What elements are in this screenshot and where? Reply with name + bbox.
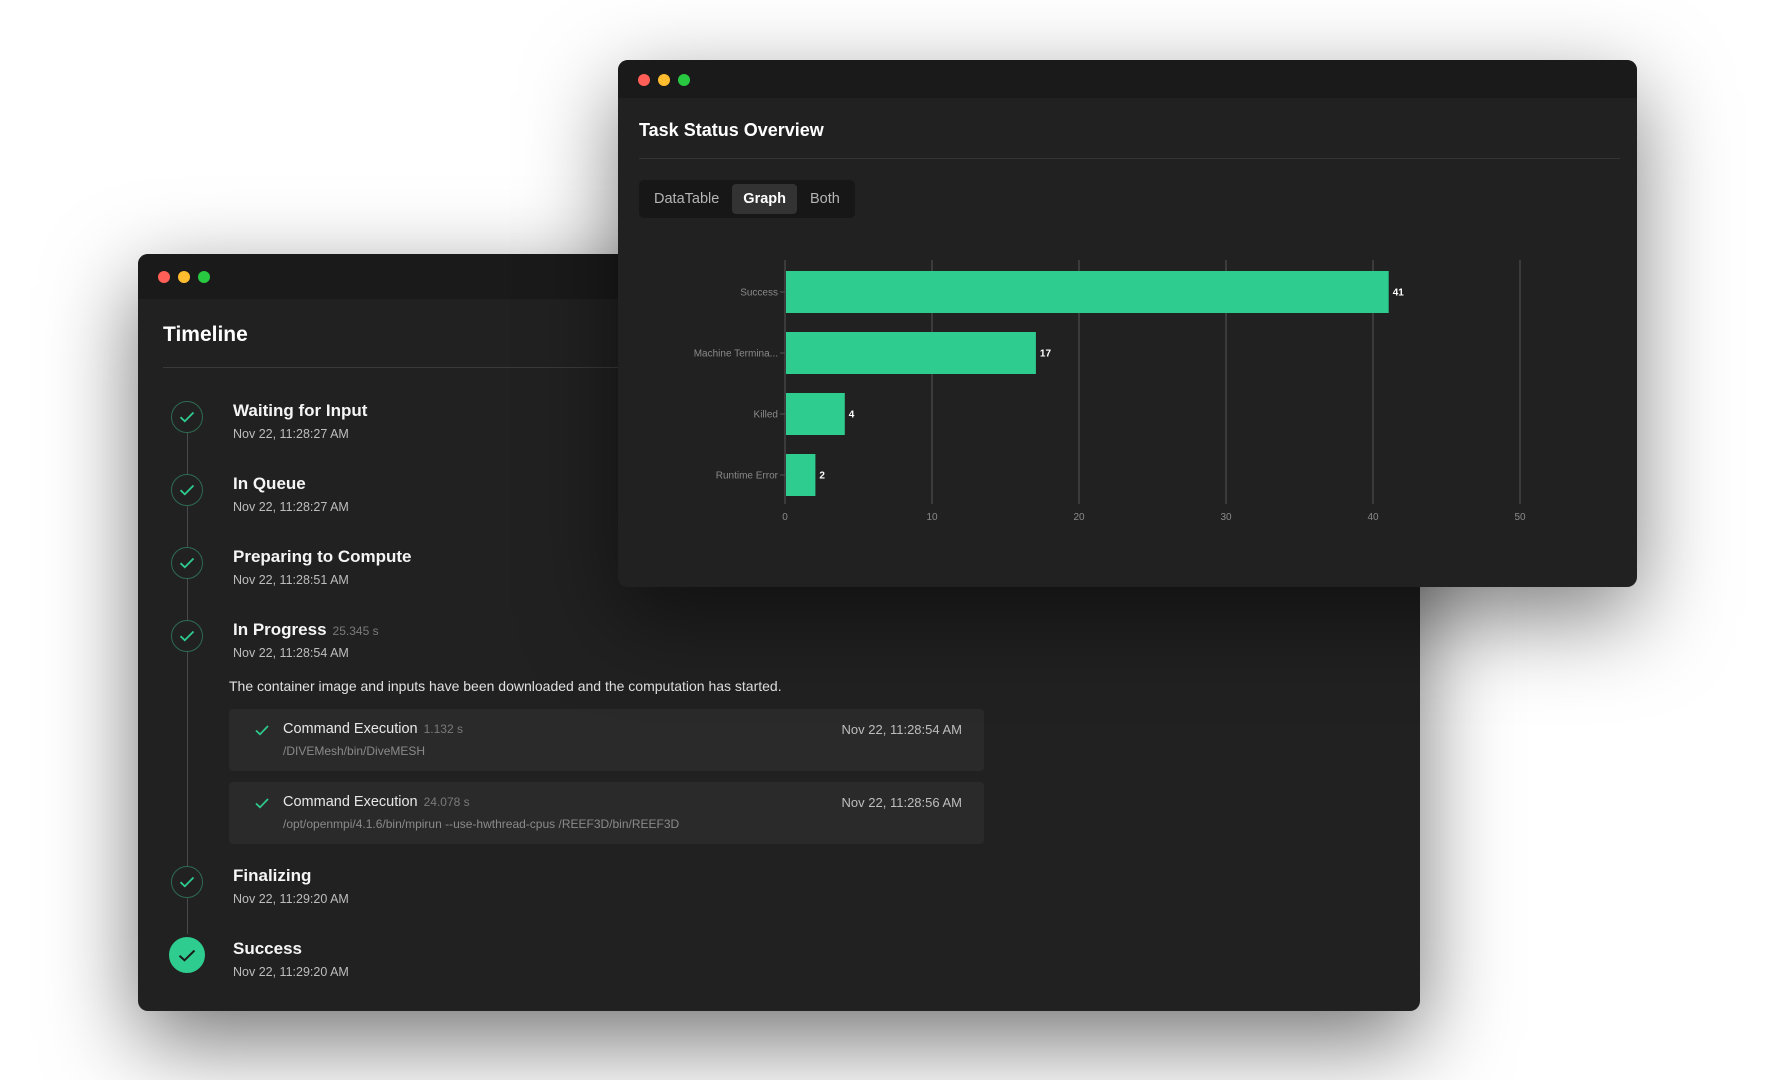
chart-x-tick-label: 50 <box>1514 512 1526 523</box>
task-status-titlebar <box>618 60 1637 98</box>
chart-x-tick-label: 20 <box>1073 512 1085 523</box>
command-path: /DIVEMesh/bin/DiveMESH <box>283 744 426 758</box>
step-duration: 25.345 s <box>332 624 379 638</box>
chart-category-label: Machine Termina... <box>694 349 778 360</box>
chart-category-label: Killed <box>754 410 778 421</box>
command-title: Command Execution 1.132 s <box>283 721 463 737</box>
check-circle-icon <box>171 620 203 652</box>
tab-both[interactable]: Both <box>799 184 851 214</box>
tab-graph[interactable]: Graph <box>732 184 797 214</box>
timeline-title: Timeline <box>163 323 248 346</box>
command-title: Command Execution 24.078 s <box>283 794 470 810</box>
chart-bar <box>786 454 816 496</box>
close-window-button[interactable] <box>158 271 170 283</box>
command-timestamp: Nov 22, 11:28:54 AM <box>841 722 962 737</box>
maximize-window-button[interactable] <box>678 74 690 86</box>
step-timestamp: Nov 22, 11:28:51 AM <box>233 573 349 587</box>
check-circle-icon <box>171 474 203 506</box>
step-timestamp: Nov 22, 11:28:54 AM <box>233 646 349 660</box>
task-status-title: Task Status Overview <box>639 120 824 140</box>
step-title: In Queue <box>233 474 306 493</box>
chart-x-tick-label: 10 <box>926 512 938 523</box>
step-title: Waiting for Input <box>233 401 368 420</box>
chart-category-label: Runtime Error <box>716 471 779 482</box>
step-timestamp: Nov 22, 11:28:27 AM <box>233 427 349 441</box>
check-icon <box>255 796 269 814</box>
in-progress-description: The container image and inputs have been… <box>229 678 782 694</box>
step-timestamp: Nov 22, 11:29:20 AM <box>233 892 349 906</box>
minimize-window-button[interactable] <box>658 74 670 86</box>
tab-datatable[interactable]: DataTable <box>643 184 730 214</box>
command-timestamp: Nov 22, 11:28:56 AM <box>841 795 962 810</box>
success-check-circle-icon <box>169 937 205 973</box>
chart-data-label: 2 <box>819 471 825 482</box>
view-toggle: DataTable Graph Both <box>639 180 855 218</box>
chart-bar <box>786 393 845 435</box>
step-title: Preparing to Compute <box>233 547 412 566</box>
check-icon <box>255 723 269 741</box>
step-title: Success <box>233 939 302 958</box>
step-timestamp: Nov 22, 11:29:20 AM <box>233 965 349 979</box>
close-window-button[interactable] <box>638 74 650 86</box>
chart-x-tick-label: 40 <box>1367 512 1379 523</box>
chart-category-label: Success <box>740 288 778 299</box>
command-path: /opt/openmpi/4.1.6/bin/mpirun --use-hwth… <box>283 817 680 831</box>
check-circle-icon <box>171 866 203 898</box>
maximize-window-button[interactable] <box>198 271 210 283</box>
chart-data-label: 41 <box>1393 288 1405 299</box>
check-circle-icon <box>171 547 203 579</box>
chart-bar <box>786 332 1036 374</box>
task-status-divider <box>639 158 1620 159</box>
command-execution-item[interactable]: Command Execution 24.078 s /opt/openmpi/4… <box>229 782 984 844</box>
chart-data-label: 4 <box>849 410 855 421</box>
chart-bar <box>786 271 1389 313</box>
chart-data-label: 17 <box>1040 349 1052 360</box>
check-circle-icon <box>171 401 203 433</box>
command-duration: 24.078 s <box>423 795 470 809</box>
task-status-bar-chart: 0 10 20 30 40 50 Success 41 Machine Termina... 17… <box>694 260 1526 523</box>
minimize-window-button[interactable] <box>178 271 190 283</box>
command-execution-item[interactable]: Command Execution 1.132 s /DIVEMesh/bin/D… <box>229 709 984 771</box>
step-timestamp: Nov 22, 11:28:27 AM <box>233 500 349 514</box>
step-title: In Progress 25.345 s <box>233 620 379 639</box>
chart-x-tick-label: 30 <box>1220 512 1232 523</box>
chart-x-tick-label: 0 <box>782 512 788 523</box>
command-duration: 1.132 s <box>423 722 463 736</box>
step-title: Finalizing <box>233 866 312 885</box>
task-status-window: Task Status Overview DataTable Graph Bot… <box>618 60 1637 587</box>
